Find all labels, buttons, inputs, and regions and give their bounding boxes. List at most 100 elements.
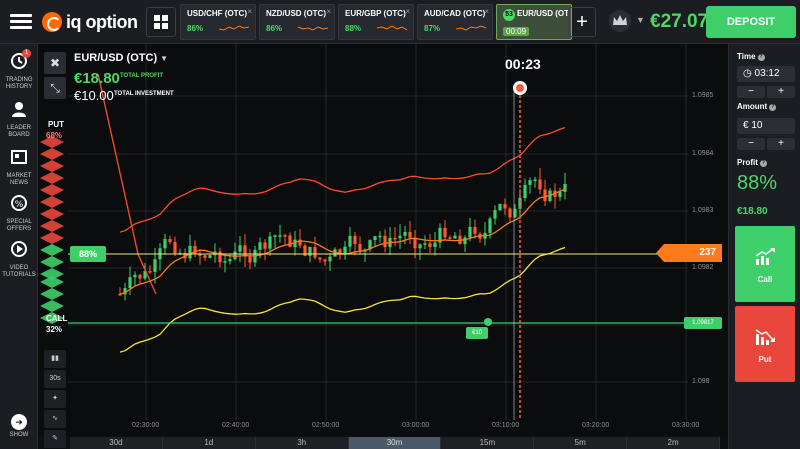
sentiment-marker: [40, 148, 64, 160]
candle-body: [308, 246, 312, 256]
timeframe-3h[interactable]: 3h: [256, 437, 349, 449]
timeframe-2m[interactable]: 2m: [627, 437, 721, 449]
put-button[interactable]: Put: [735, 306, 795, 382]
total-profit-value: €18.80: [74, 70, 120, 87]
bollinger-lower-line: [119, 246, 566, 353]
account-balance[interactable]: €27.07: [650, 11, 708, 33]
candle-body: [318, 257, 322, 260]
close-icon[interactable]: ×: [247, 7, 252, 16]
time-increase-button[interactable]: +: [767, 86, 795, 98]
total-investment-label: TOTAL INVESTMENT: [114, 91, 174, 97]
candle-body: [163, 238, 167, 249]
sidebar-item-label: SPECIAL OFFERS: [6, 219, 32, 232]
time-label-text: Time: [737, 52, 756, 61]
sidebar-item-label: VIDEO TUTORIALS: [2, 265, 36, 278]
timeframe-30d[interactable]: 30d: [70, 437, 163, 449]
bar-chart-icon[interactable]: ▮▮: [44, 350, 66, 368]
crown-icon[interactable]: [608, 9, 632, 33]
sidebar-item-label: LEADER BOARD: [6, 125, 31, 138]
asset-tab-nzdusd[interactable]: NZD/USD (OTC) 86% ×: [259, 4, 335, 40]
sidebar-item-label: TRADING HISTORY: [5, 77, 33, 90]
add-asset-button[interactable]: +: [568, 7, 596, 37]
sidebar-item-special-offers[interactable]: % SPECIAL OFFERS: [0, 194, 38, 233]
chart-tools: ✖ ⤡: [44, 52, 68, 102]
timeframe-15m[interactable]: 15m: [441, 437, 535, 449]
total-investment-value: €10.00: [74, 88, 114, 103]
sidebar-item-leader-board[interactable]: LEADER BOARD: [0, 100, 38, 139]
price-chart[interactable]: [38, 44, 728, 436]
clock-icon: ◷: [743, 68, 755, 79]
candle-body: [413, 237, 417, 249]
sentiment-marker: [40, 172, 64, 184]
candle-body: [473, 226, 477, 234]
trading-app: iq option USD/CHF (OTC) 86% × NZD/USD (O…: [0, 0, 800, 449]
candle-body: [133, 274, 137, 278]
candle-body: [358, 244, 362, 252]
asset-tab-usdchf[interactable]: USD/CHF (OTC) 86% ×: [180, 4, 256, 40]
sidebar-item-trading-history[interactable]: 1 TRADING HISTORY: [0, 49, 38, 91]
sidebar-item-market-news[interactable]: MARKET NEWS: [0, 148, 38, 187]
candle-body: [403, 231, 407, 236]
candle-body: [528, 180, 532, 185]
candle-body: [328, 256, 332, 262]
asset-tabs: USD/CHF (OTC) 86% × NZD/USD (OTC) 86% × …: [180, 4, 572, 40]
asset-tab-eurusd[interactable]: 53 EUR/USD (OT 00:09: [496, 4, 572, 40]
call-button[interactable]: Call: [735, 226, 795, 302]
sidebar-item-label: MARKET NEWS: [6, 173, 32, 186]
asset-grid-button[interactable]: [146, 7, 176, 37]
timeframe-5m[interactable]: 5m: [534, 437, 628, 449]
candle-body: [173, 242, 177, 254]
candle-body: [463, 237, 467, 245]
close-chart-icon[interactable]: ✖: [44, 52, 66, 74]
close-icon[interactable]: ×: [484, 7, 489, 16]
time-value: 03:12: [754, 68, 780, 79]
logo[interactable]: iq option: [42, 10, 138, 34]
candle-body: [408, 231, 412, 238]
sidebar-item-video-tutorials[interactable]: VIDEO TUTORIALS: [0, 240, 38, 279]
asset-tab-audcad[interactable]: AUD/CAD (OTC) 87% ×: [417, 4, 493, 40]
logo-mark-icon: [42, 12, 62, 32]
help-icon[interactable]: ?: [759, 160, 767, 167]
put-button-label: Put: [758, 355, 772, 364]
candle-body: [323, 259, 327, 262]
amount-label-text: Amount: [737, 102, 768, 111]
asset-title[interactable]: EUR/USD (OTC) ▼: [74, 52, 168, 64]
x-tick-label: 03:10:00: [492, 422, 520, 429]
chart-area[interactable]: [38, 44, 728, 436]
candle-body: [263, 242, 267, 249]
y-tick-label: 1.098: [692, 378, 710, 385]
amount-increase-button[interactable]: +: [767, 138, 795, 150]
deposit-button[interactable]: DEPOSIT: [706, 6, 796, 38]
asset-tab-eurgbp[interactable]: EUR/GBP (OTC) 88% ×: [338, 4, 414, 40]
expiry-countdown: 00:23: [505, 56, 541, 72]
candle-body: [188, 245, 192, 259]
help-icon[interactable]: ?: [757, 54, 765, 61]
tab-badge: 53: [503, 9, 515, 21]
expand-icon[interactable]: ⤡: [44, 77, 66, 99]
left-sidebar: 1 TRADING HISTORY LEADER BOARD MARKET NE…: [0, 44, 38, 449]
profit-pct: 88%: [737, 172, 778, 194]
candle-body: [148, 271, 152, 273]
draw-tool-icon[interactable]: ✦: [44, 390, 66, 408]
time-decrease-button[interactable]: −: [737, 86, 765, 98]
notification-badge: 1: [22, 49, 31, 58]
amount-field[interactable]: € 10: [737, 118, 795, 134]
help-icon[interactable]: ?: [769, 104, 777, 111]
pencil-icon[interactable]: ✎: [44, 430, 66, 448]
show-button[interactable]: ➜ SHOW: [6, 414, 32, 438]
close-icon[interactable]: ×: [326, 7, 331, 16]
time-field[interactable]: ◷ 03:12: [737, 66, 795, 82]
logo-text: iq option: [66, 11, 138, 32]
indicator-icon[interactable]: ∿: [44, 410, 66, 428]
close-icon[interactable]: ×: [405, 7, 410, 16]
menu-icon[interactable]: [10, 11, 32, 33]
chevron-down-icon[interactable]: ▼: [636, 15, 645, 25]
news-icon: [11, 150, 27, 164]
arrow-right-icon: ➜: [11, 414, 27, 430]
timeframe-1d[interactable]: 1d: [163, 437, 256, 449]
timeframe-30m[interactable]: 30m: [348, 437, 442, 449]
amount-decrease-button[interactable]: −: [737, 138, 765, 150]
candle-interval-button[interactable]: 30s: [44, 370, 66, 388]
tab-payout: 87%: [424, 24, 441, 33]
expiry-marker-dot: [516, 84, 524, 92]
